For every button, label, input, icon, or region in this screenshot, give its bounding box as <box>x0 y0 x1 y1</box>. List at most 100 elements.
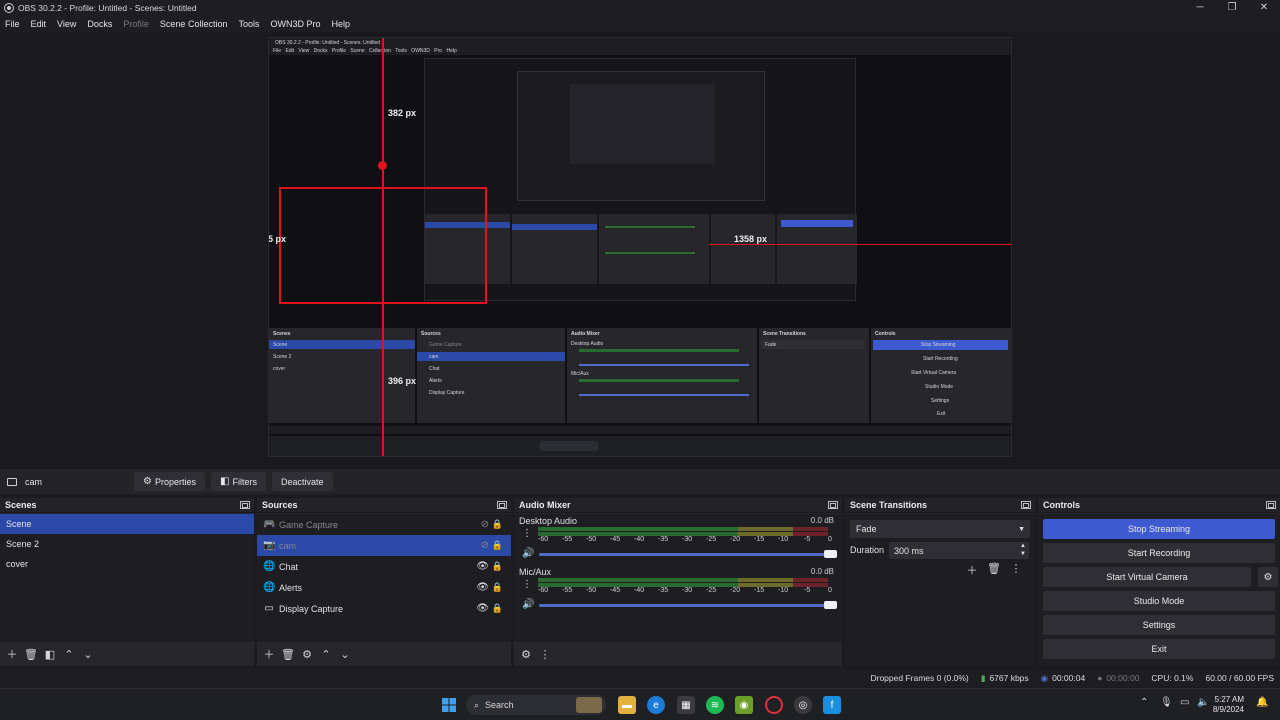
preview-area[interactable]: OBS 30.2.2 - Profile: Untitled - Scenes:… <box>0 32 1280 469</box>
scene-filters-button[interactable]: ◧ <box>43 647 57 661</box>
volume-icon[interactable]: 🔈 <box>1197 697 1209 708</box>
eye-icon[interactable]: 👁 <box>476 603 489 614</box>
windows-start-icon[interactable] <box>440 696 458 714</box>
speaker-icon[interactable]: 🔊 <box>522 599 534 610</box>
undock-icon[interactable] <box>1266 501 1276 509</box>
stop-streaming-button[interactable]: Stop Streaming <box>1043 519 1275 539</box>
undock-icon[interactable] <box>240 501 250 509</box>
kebab-menu-icon[interactable]: ⋮ <box>522 528 532 539</box>
menu-scene-collection[interactable]: Scene Collection <box>160 19 228 29</box>
nested-status-bar <box>269 426 1011 434</box>
microphone-icon[interactable]: 🎙 <box>1160 697 1173 708</box>
close-button[interactable]: ✕ <box>1248 0 1280 15</box>
tray-chevron-up-icon[interactable]: ⌃ <box>1140 697 1148 708</box>
remove-transition-button[interactable]: 🗑 <box>985 562 1003 578</box>
move-down-icon[interactable]: ⌄ <box>338 647 352 661</box>
source-properties-button[interactable]: ⚙ <box>300 647 314 661</box>
opera-icon[interactable] <box>765 696 783 714</box>
chevron-down-icon: ▼ <box>1018 525 1025 533</box>
exit-button[interactable]: Exit <box>1043 639 1275 659</box>
taskbar-clock[interactable]: 5:27 AM 8/9/2024 <box>1213 695 1244 715</box>
volume-slider[interactable] <box>539 601 837 609</box>
cpu-usage: CPU: 0.1% <box>1151 673 1194 683</box>
undock-icon[interactable] <box>1021 501 1031 509</box>
kebab-menu-icon[interactable]: ⋮ <box>1007 562 1025 578</box>
source-item-display-capture[interactable]: ▭ Display Capture 👁 🔒 <box>257 598 511 619</box>
file-explorer-icon[interactable]: ▬ <box>618 696 636 714</box>
lock-icon[interactable]: 🔒 <box>492 603 503 614</box>
properties-button[interactable]: ⚙ Properties <box>134 472 206 491</box>
lock-icon[interactable]: 🔒 <box>492 540 503 551</box>
eye-icon[interactable]: 👁 <box>476 582 489 593</box>
start-recording-button[interactable]: Start Recording <box>1043 543 1275 563</box>
settings-button[interactable]: Settings <box>1043 615 1275 635</box>
start-virtual-camera-button[interactable]: Start Virtual Camera <box>1043 567 1251 587</box>
deactivate-button[interactable]: Deactivate <box>271 472 333 491</box>
scene-item[interactable]: Scene <box>0 514 254 534</box>
scene-item[interactable]: cover <box>0 554 254 574</box>
kebab-menu-icon[interactable]: ⋮ <box>538 647 552 661</box>
nested-exit: Exit <box>937 411 946 417</box>
menu-profile[interactable]: Profile <box>123 19 149 29</box>
lock-icon[interactable]: 🔒 <box>492 582 503 593</box>
add-scene-button[interactable]: ＋ <box>5 647 19 661</box>
nvidia-icon[interactable]: ◉ <box>735 696 753 714</box>
advanced-audio-gear-icon[interactable]: ⚙ <box>519 647 533 661</box>
volume-slider[interactable] <box>539 550 837 558</box>
spotify-icon[interactable]: ≋ <box>706 696 724 714</box>
network-icon[interactable]: ▭ <box>1180 697 1189 708</box>
transition-select[interactable]: Fade ▼ <box>850 520 1030 538</box>
taskbar-search[interactable]: ⌕ Search <box>466 695 606 715</box>
edge-browser-icon[interactable]: e <box>647 696 665 714</box>
undock-icon[interactable] <box>828 501 838 509</box>
eye-hidden-icon[interactable]: ⊘ <box>481 540 489 551</box>
app-taskbar-icon[interactable]: f <box>823 696 841 714</box>
kebab-menu-icon[interactable]: ⋮ <box>522 579 532 590</box>
duration-input[interactable]: 300 ms ▲ ▼ <box>889 542 1029 559</box>
source-item-cam[interactable]: 📷 cam ⊘ 🔒 <box>257 535 511 556</box>
eye-icon[interactable]: 👁 <box>476 561 489 572</box>
source-label: Alerts <box>279 582 303 593</box>
add-transition-button[interactable]: ＋ <box>963 562 981 578</box>
studio-mode-button[interactable]: Studio Mode <box>1043 591 1275 611</box>
maximize-button[interactable]: ❐ <box>1216 0 1248 15</box>
move-up-icon[interactable]: ⌃ <box>319 647 333 661</box>
menu-file[interactable]: File <box>5 19 20 29</box>
slider-handle[interactable] <box>824 601 837 609</box>
source-item-chat[interactable]: 🌐 Chat 👁 🔒 <box>257 556 511 577</box>
lock-icon[interactable]: 🔒 <box>492 561 503 572</box>
source-item-game-capture[interactable]: 🎮 Game Capture ⊘ 🔒 <box>257 514 511 535</box>
tick-label: -20 <box>730 587 741 594</box>
undock-icon[interactable] <box>497 501 507 509</box>
dropped-frames: Dropped Frames 0 (0.0%) <box>870 673 969 683</box>
menu-docks[interactable]: Docks <box>87 19 112 29</box>
nested-transitions-title: Scene Transitions <box>763 331 806 337</box>
speaker-icon[interactable]: 🔊 <box>522 548 534 559</box>
menu-help[interactable]: Help <box>332 19 351 29</box>
menu-tools[interactable]: Tools <box>238 19 259 29</box>
slider-handle[interactable] <box>824 550 837 558</box>
minimize-button[interactable]: ─ <box>1184 0 1216 15</box>
move-up-icon[interactable]: ⌃ <box>62 647 76 661</box>
remove-scene-button[interactable]: 🗑 <box>24 647 38 661</box>
notification-bell-icon[interactable]: 🔔 <box>1256 697 1268 708</box>
volume-meter <box>538 578 828 582</box>
source-item-alerts[interactable]: 🌐 Alerts 👁 🔒 <box>257 577 511 598</box>
menu-view[interactable]: View <box>57 19 76 29</box>
preview-canvas[interactable]: OBS 30.2.2 - Profile: Untitled - Scenes:… <box>268 37 1012 457</box>
remove-source-button[interactable]: 🗑 <box>281 647 295 661</box>
move-down-icon[interactable]: ⌄ <box>81 647 95 661</box>
eye-hidden-icon[interactable]: ⊘ <box>481 519 489 530</box>
add-source-button[interactable]: ＋ <box>262 647 276 661</box>
tick-label: -15 <box>754 587 765 594</box>
filters-button[interactable]: ◧ Filters <box>211 472 266 491</box>
menu-edit[interactable]: Edit <box>31 19 47 29</box>
menu-own3d-pro[interactable]: OWN3D Pro <box>270 19 320 29</box>
virtual-camera-gear-icon[interactable]: ⚙ <box>1258 567 1278 587</box>
scene-item[interactable]: Scene 2 <box>0 534 254 554</box>
store-icon[interactable]: ▦ <box>677 696 695 714</box>
measure-handle[interactable] <box>378 161 387 170</box>
spinner-arrows-icon[interactable]: ▲ ▼ <box>1020 542 1026 558</box>
obs-taskbar-icon[interactable]: ◎ <box>794 696 812 714</box>
lock-icon[interactable]: 🔒 <box>492 519 503 530</box>
